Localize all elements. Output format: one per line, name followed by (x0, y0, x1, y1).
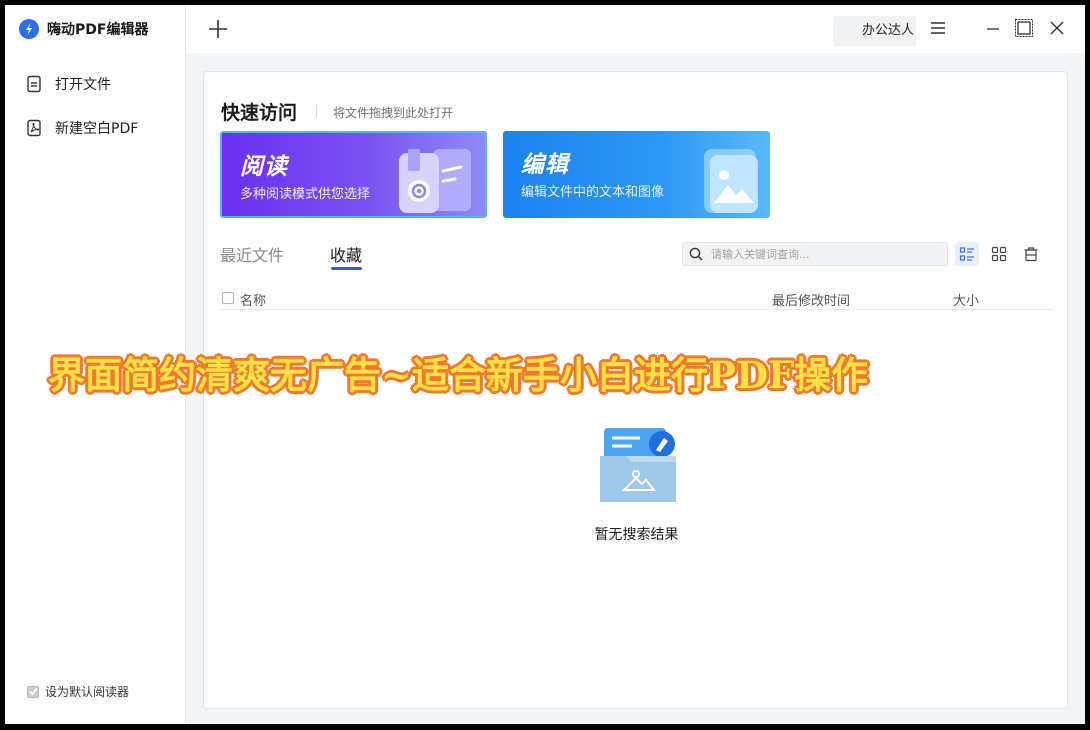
title-bar: 办公达人 (186, 5, 1085, 53)
tab-favorites[interactable]: 收藏 (330, 242, 362, 266)
sidebar-item-open-file[interactable]: 打开文件 (25, 74, 111, 94)
tab-recent-files[interactable]: 最近文件 (220, 242, 284, 266)
app-logo-icon (19, 19, 39, 39)
select-all-checkbox[interactable] (222, 292, 234, 304)
list-view-button[interactable] (955, 242, 979, 266)
overlay-caption: 界面简约清爽无广告~适合新手小白进行PDF操作 (48, 353, 869, 397)
default-reader-option[interactable]: 设为默认阅读器 (27, 683, 129, 700)
default-reader-checkbox[interactable] (27, 685, 39, 698)
list-view-icon (959, 247, 974, 261)
user-account-button[interactable]: 办公达人 (833, 16, 916, 46)
app-window: 嗨动PDF编辑器 打开文件 新建空白PDF 设为默认阅读器 办公达人 快速访问 … (5, 5, 1085, 724)
read-card-subtitle: 多种阅读模式供您选择 (240, 187, 371, 202)
app-title: 嗨动PDF编辑器 (47, 22, 149, 38)
trash-icon (1024, 247, 1038, 262)
read-card-title: 阅读 (240, 154, 288, 180)
grid-view-icon (991, 246, 1007, 262)
column-modified-time[interactable]: 最后修改时间 (772, 290, 850, 309)
add-tab-button[interactable] (206, 17, 230, 41)
minimize-icon[interactable] (982, 17, 1004, 39)
search-icon (689, 247, 703, 261)
image-file-icon (704, 149, 758, 213)
grid-view-button[interactable] (987, 242, 1011, 266)
drop-hint: 将文件拖拽到此处打开 (333, 106, 454, 120)
default-reader-label: 设为默认阅读器 (45, 685, 130, 699)
delete-button[interactable] (1019, 242, 1043, 266)
pdf-file-icon (27, 119, 41, 137)
active-tab-indicator (331, 267, 362, 270)
menu-icon[interactable] (927, 17, 949, 39)
divider (316, 104, 317, 118)
column-name[interactable]: 名称 (240, 290, 266, 309)
file-table-header: 名称 最后修改时间 大小 (220, 288, 1054, 310)
column-size[interactable]: 大小 (953, 290, 979, 309)
sidebar-item-new-pdf[interactable]: 新建空白PDF (25, 118, 138, 138)
sidebar-item-label: 新建空白PDF (55, 121, 139, 137)
document-icon (27, 75, 41, 93)
read-card[interactable]: 阅读 多种阅读模式供您选择 (220, 131, 487, 218)
maximize-icon[interactable] (1013, 17, 1035, 39)
app-brand: 嗨动PDF编辑器 (19, 19, 148, 39)
edit-card[interactable]: 编辑 编辑文件中的文本和图像 (503, 131, 770, 218)
quick-access-title: 快速访问 (221, 102, 298, 124)
empty-state-text: 暂无搜索结果 (594, 527, 679, 543)
search-input[interactable] (711, 247, 931, 261)
edit-card-title: 编辑 (521, 152, 569, 178)
read-book-icon (399, 149, 471, 213)
edit-card-subtitle: 编辑文件中的文本和图像 (521, 185, 665, 200)
sidebar-item-label: 打开文件 (55, 77, 111, 93)
empty-folder-icon (600, 428, 676, 502)
check-icon (28, 687, 38, 696)
close-icon[interactable] (1046, 17, 1068, 39)
search-box[interactable] (682, 242, 948, 266)
